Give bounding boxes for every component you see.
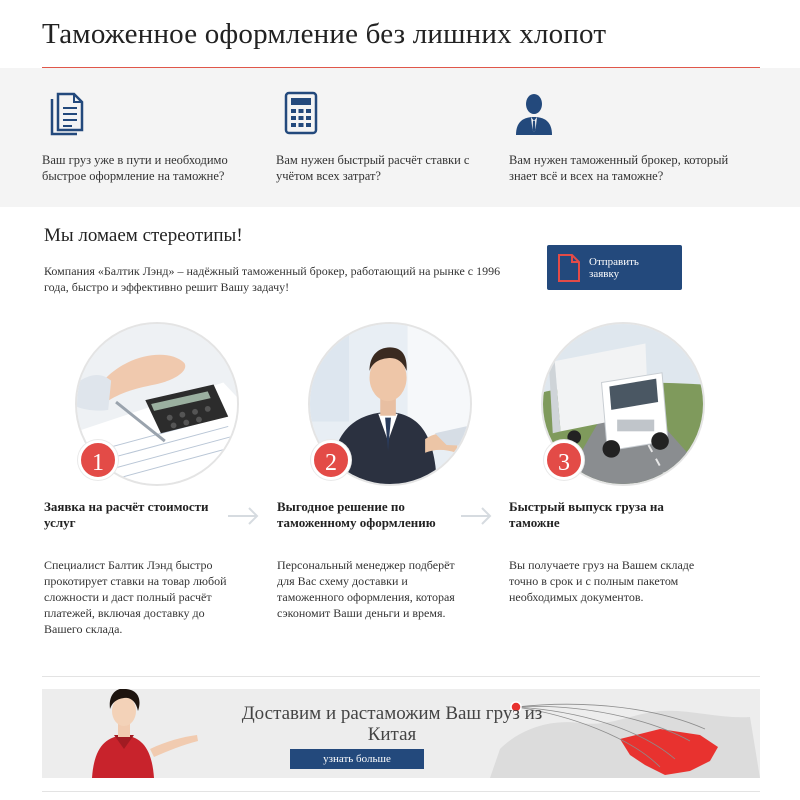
cta-text: Компания «Балтик Лэнд» – надёжный таможе… [44, 264, 501, 294]
banner-divider-top [42, 676, 760, 677]
step-1-title: Заявка на расчёт стоимости услуг [44, 499, 209, 530]
banner-title: Доставим и растаможим Ваш груз из Китая [241, 703, 543, 745]
broker-person-icon [516, 94, 552, 135]
arrow-right-icon [461, 507, 492, 525]
send-request-label: Отправить заявку [589, 255, 639, 280]
document-outline-icon [558, 253, 580, 282]
calculator-icon [284, 91, 318, 135]
step-1-badge: 1 [78, 440, 118, 480]
step-3-description: Вы получаете груз на Вашем складе точно … [509, 558, 695, 604]
banner-divider-bottom [42, 791, 760, 792]
feature-text: Вам нужен таможенный брокер, который зна… [509, 153, 729, 183]
features-band: Ваш груз уже в пути и необходимо быстрое… [0, 68, 800, 207]
feature-text: Вам нужен быстрый расчёт ставки с учётом… [276, 153, 470, 183]
feature-text: Ваш груз уже в пути и необходимо быстрое… [42, 153, 228, 183]
send-request-button[interactable]: Отправить заявку [547, 245, 682, 290]
step-2-title: Выгодное решение по таможенному оформлен… [277, 499, 436, 530]
document-icon [50, 92, 84, 136]
feature-fast-clearance: Ваш груз уже в пути и необходимо быстрое… [42, 90, 272, 184]
china-delivery-banner[interactable]: Доставим и растаможим Ваш груз из Китая … [42, 689, 760, 778]
cta-heading: Мы ломаем стереотипы! [44, 225, 243, 246]
arrow-right-icon [228, 507, 259, 525]
step-2-badge: 2 [311, 440, 351, 480]
page-title: Таможенное оформление без лишних хлопот [42, 18, 607, 50]
step-2-description: Персональный менеджер подберёт для Вас с… [277, 558, 455, 620]
learn-more-button[interactable]: узнать больше [290, 749, 424, 769]
step-3-title: Быстрый выпуск груза на таможне [509, 499, 664, 530]
feature-broker: Вам нужен таможенный брокер, который зна… [509, 90, 739, 184]
step-3-badge: 3 [544, 440, 584, 480]
woman-illustration [92, 689, 198, 778]
step-1-description: Специалист Балтик Лэнд быстро прокотируе… [44, 558, 227, 636]
feature-fast-calculation: Вам нужен быстрый расчёт ставки с учётом… [276, 90, 506, 184]
